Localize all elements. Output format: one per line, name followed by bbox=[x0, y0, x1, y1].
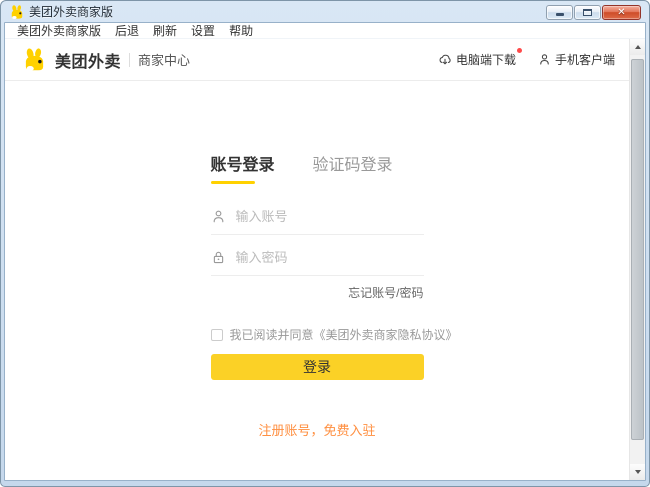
page: 美团外卖 商家中心 电脑端下载 bbox=[5, 39, 629, 480]
login-tabs: 账号登录 验证码登录 bbox=[211, 151, 424, 181]
menu-item-refresh[interactable]: 刷新 bbox=[146, 23, 184, 39]
login-button[interactable]: 登录 bbox=[211, 354, 424, 380]
agreement-row: 我已阅读并同意《美团外卖商家隐私协议》 bbox=[211, 326, 424, 343]
window-controls: ✕ bbox=[546, 5, 641, 20]
menu-item-settings[interactable]: 设置 bbox=[184, 23, 222, 39]
minimize-icon bbox=[556, 13, 564, 16]
maximize-icon bbox=[583, 9, 592, 16]
mobile-client-label: 手机客户端 bbox=[555, 51, 615, 68]
register-link[interactable]: 注册账号，免费入驻 bbox=[258, 423, 375, 438]
tab-account-login[interactable]: 账号登录 bbox=[211, 151, 275, 181]
vertical-scrollbar[interactable] bbox=[629, 39, 645, 480]
close-icon: ✕ bbox=[617, 8, 625, 18]
person-icon bbox=[538, 53, 551, 66]
close-button[interactable]: ✕ bbox=[602, 5, 641, 20]
brand-subtitle: 商家中心 bbox=[138, 50, 190, 69]
brand-title: 美团外卖 bbox=[55, 48, 121, 72]
cloud-download-icon bbox=[438, 53, 452, 67]
app-kangaroo-icon bbox=[10, 5, 24, 19]
agreement-checkbox[interactable] bbox=[211, 329, 223, 341]
meituan-logo-icon bbox=[22, 48, 47, 71]
window-title: 美团外卖商家版 bbox=[29, 3, 113, 20]
lock-icon bbox=[211, 250, 226, 265]
menu-bar: 美团外卖商家版 后退 刷新 设置 帮助 bbox=[5, 23, 645, 39]
maximize-button[interactable] bbox=[574, 5, 601, 20]
menu-item-app[interactable]: 美团外卖商家版 bbox=[10, 23, 108, 39]
password-field-row bbox=[211, 250, 424, 276]
scroll-down-button[interactable] bbox=[630, 464, 645, 480]
menu-item-help[interactable]: 帮助 bbox=[222, 23, 260, 39]
account-field-row bbox=[211, 209, 424, 235]
forgot-account-password-link[interactable]: 忘记账号/密码 bbox=[348, 286, 423, 300]
scrollbar-track[interactable] bbox=[630, 55, 645, 464]
pc-download-link[interactable]: 电脑端下载 bbox=[438, 51, 516, 68]
tab-sms-login[interactable]: 验证码登录 bbox=[313, 151, 393, 181]
window-content: 美团外卖商家版 后退 刷新 设置 帮助 美团外卖 bbox=[4, 22, 646, 481]
app-window: 美团外卖商家版 ✕ 美团外卖商家版 后退 刷新 设置 帮助 bbox=[0, 0, 650, 487]
new-badge bbox=[517, 48, 522, 53]
login-form: 账号登录 验证码登录 bbox=[211, 151, 424, 440]
pc-download-label: 电脑端下载 bbox=[456, 51, 516, 68]
arrow-up-icon bbox=[635, 45, 641, 49]
menu-item-back[interactable]: 后退 bbox=[108, 23, 146, 39]
scroll-up-button[interactable] bbox=[630, 39, 645, 55]
title-bar: 美团外卖商家版 ✕ bbox=[4, 1, 646, 22]
arrow-down-icon bbox=[635, 470, 641, 474]
account-person-icon bbox=[211, 209, 226, 224]
minimize-button[interactable] bbox=[546, 5, 573, 20]
account-input[interactable] bbox=[236, 209, 424, 224]
agreement-text: 我已阅读并同意《美团外卖商家隐私协议》 bbox=[230, 326, 458, 343]
main-area: 账号登录 验证码登录 bbox=[5, 81, 629, 480]
password-input[interactable] bbox=[236, 250, 424, 265]
brand-divider bbox=[129, 53, 130, 67]
page-header: 美团外卖 商家中心 电脑端下载 bbox=[5, 39, 629, 81]
mobile-client-link[interactable]: 手机客户端 bbox=[538, 51, 615, 68]
scrollbar-thumb[interactable] bbox=[631, 59, 644, 440]
